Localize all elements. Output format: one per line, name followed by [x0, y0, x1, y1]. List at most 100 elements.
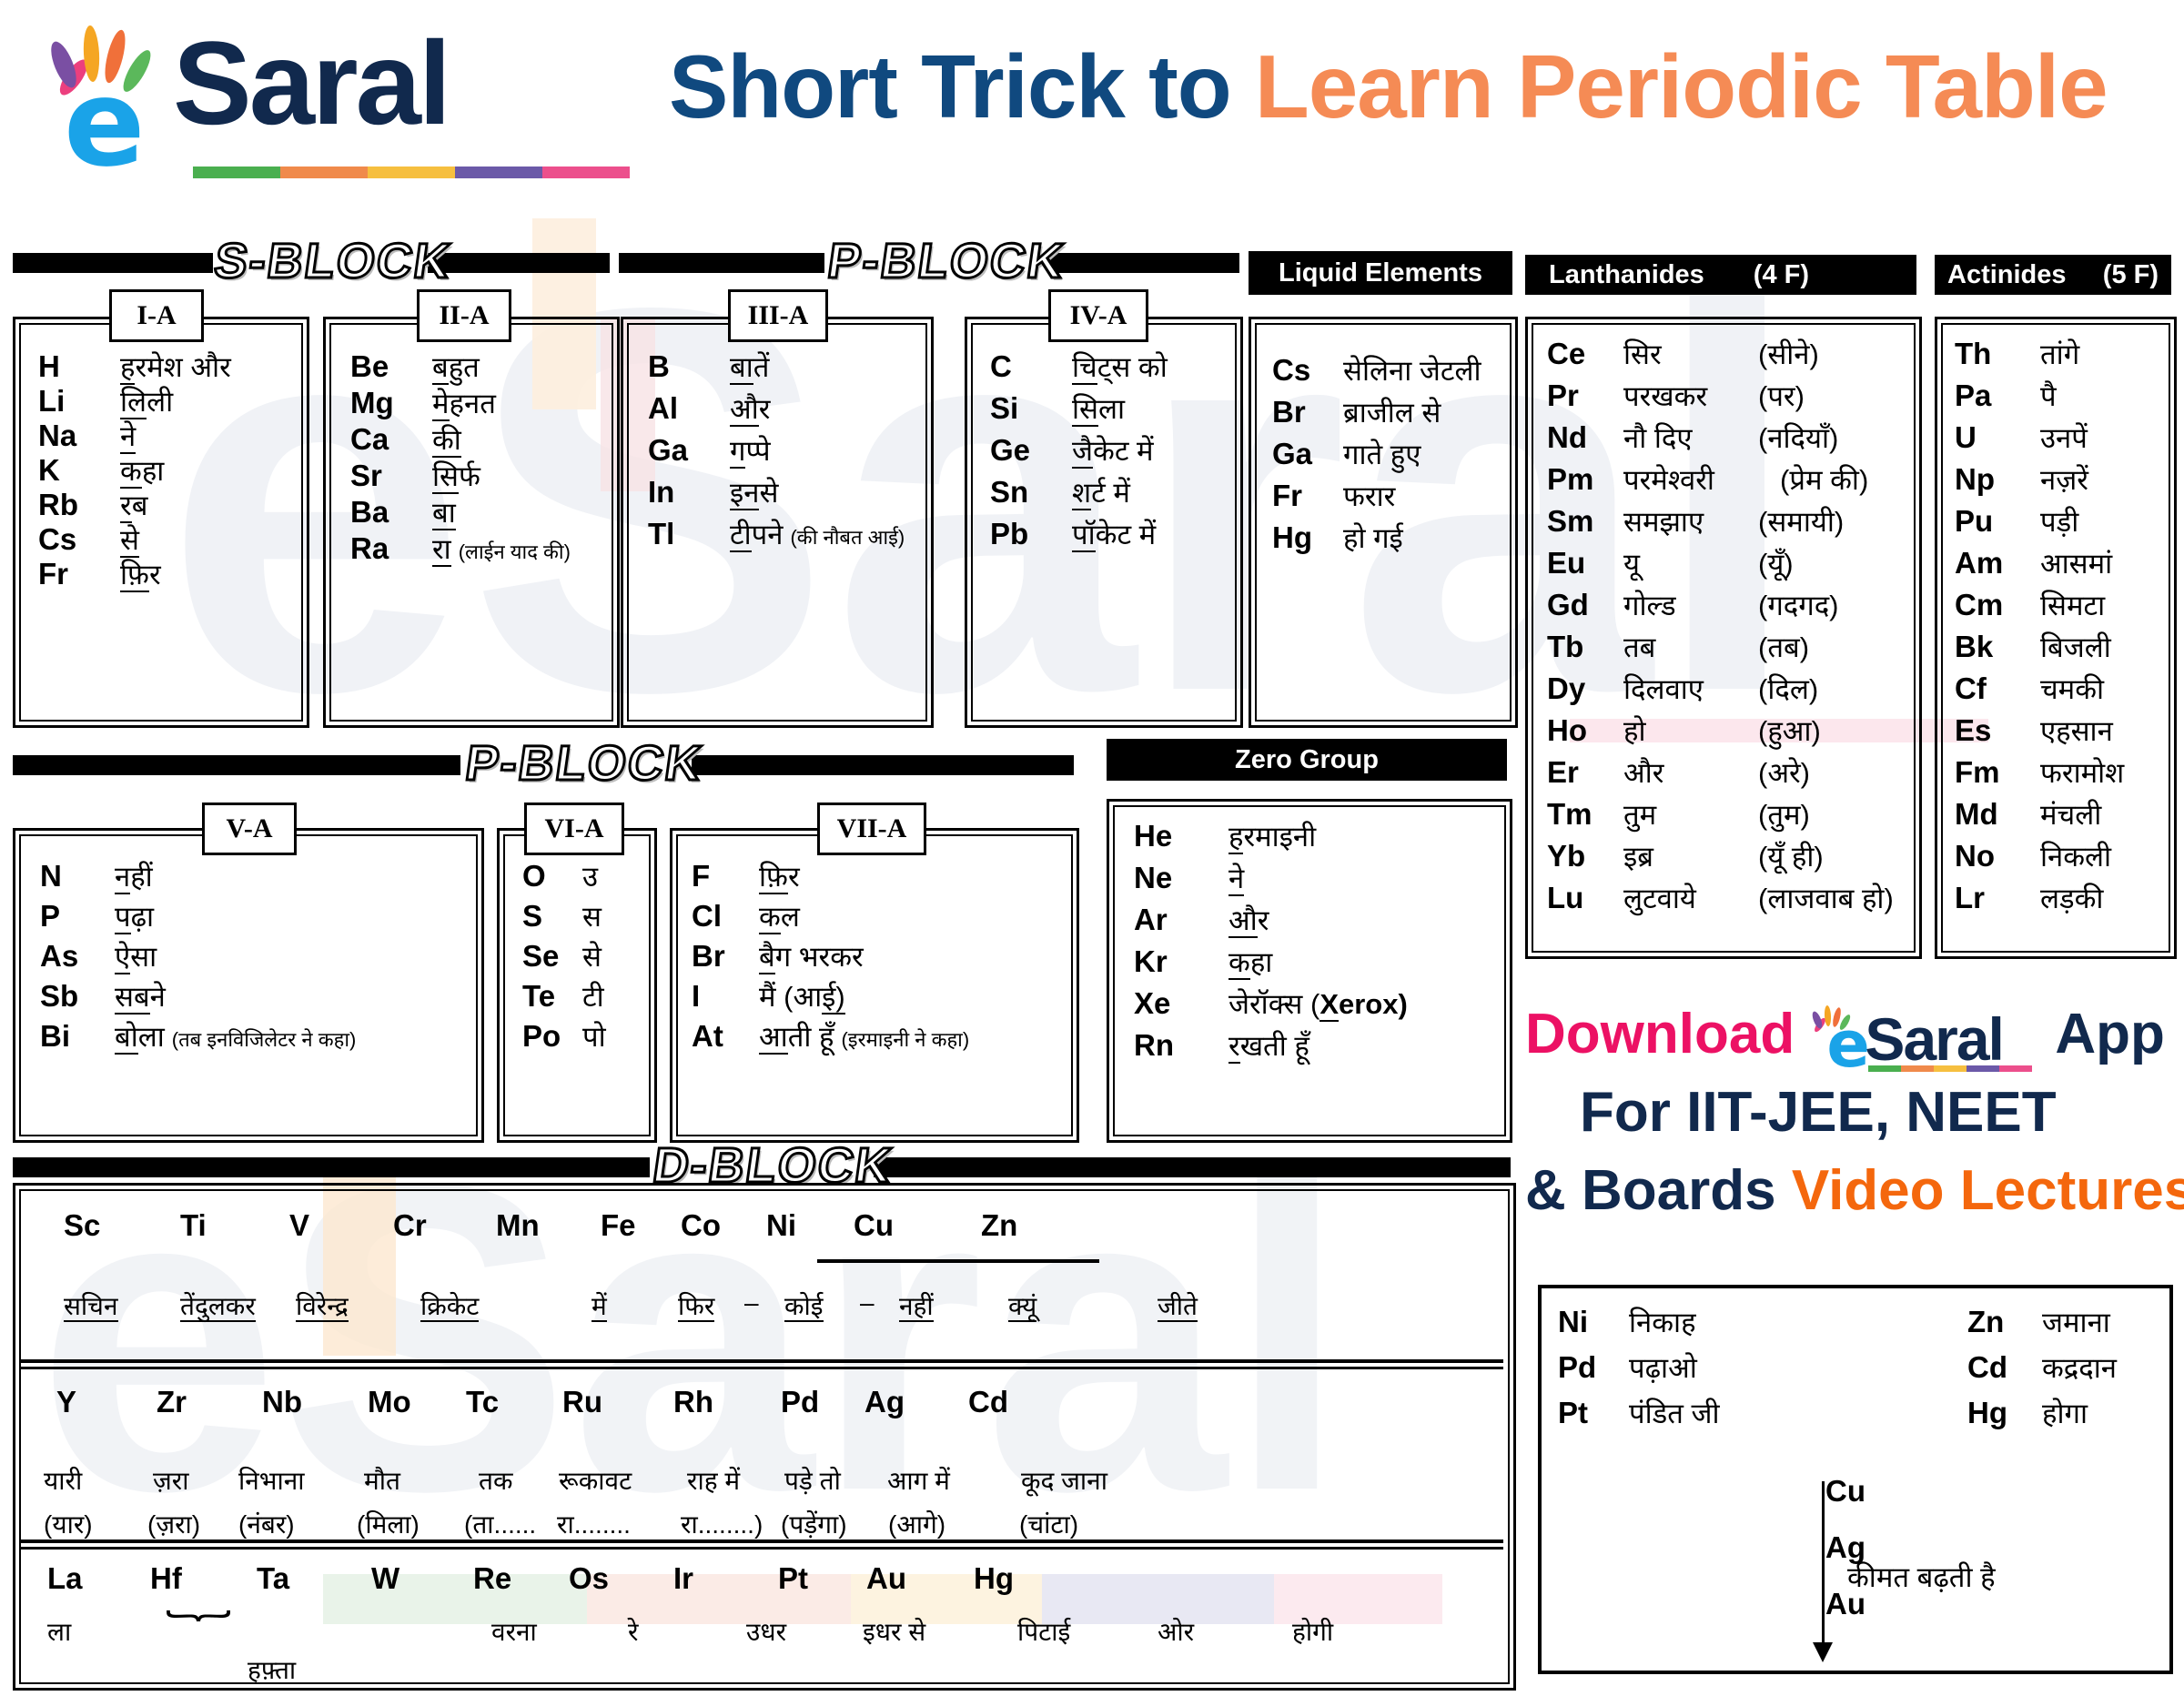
- group-tag-VA: V-A: [202, 803, 297, 855]
- element-symbol: Tc: [466, 1385, 500, 1418]
- element-symbol: Rn: [1134, 1028, 1174, 1062]
- element-symbol: U: [1955, 420, 1977, 454]
- element-row: I मैं (आई): [692, 977, 1096, 1017]
- element-row: Mg मेहनत: [350, 384, 642, 421]
- promo-boards-text: & Boards: [1525, 1159, 1792, 1222]
- element-symbol: Cs: [38, 522, 77, 556]
- element-row: Pm परमेश्वरी (प्रेम की): [1547, 460, 1938, 502]
- element-symbol: Es: [1955, 713, 1992, 747]
- element-hint: रा........: [557, 1510, 631, 1539]
- actinides-rows: Th तांगे Pa पै U उनपें Np नज़रें Pu पड़ी Am आस…: [1955, 335, 2184, 921]
- element-mnemonic: की: [432, 424, 461, 458]
- element-mnemonic: जैकेट में: [1072, 435, 1154, 469]
- element-symbol: Cs: [1272, 353, 1311, 387]
- group-tag-IA: I-A: [109, 289, 204, 342]
- element-mnemonic: मेहनत: [432, 388, 496, 421]
- element-symbol: Cl: [692, 899, 722, 933]
- element-symbol: Ca: [350, 422, 389, 456]
- page-title-part1: Short Trick to: [669, 36, 1255, 136]
- element-mnemonic: पढ़ाओ: [1629, 1352, 1697, 1384]
- element-row: Sn शर्ट में: [990, 473, 1263, 515]
- element-row: Ge जैकेट में: [990, 431, 1263, 473]
- liquid-elements-rows: Cs सेलिना जेटली Br ब्राजील से Ga गाते हुए F…: [1272, 351, 1536, 560]
- d-block-row-3: La Hf Ta W Re Os Ir Pt Au Hg ︸ हफ़्ता ला…: [0, 1558, 1511, 1685]
- element-row: Lr लड़की: [1955, 879, 2184, 921]
- group-tag-IIIA: III-A: [728, 289, 828, 342]
- element-symbol: W: [371, 1561, 400, 1595]
- element-mnemonic: कोई: [784, 1292, 824, 1322]
- group-rows-IA: H हरमेश और Li लिली Na ने K कहा Rb रब Cs से Fr फ…: [38, 348, 311, 592]
- element-symbol: Rh: [673, 1385, 713, 1418]
- element-mnemonic: फ़िर: [759, 861, 800, 894]
- element-mnemonic: इब्र: [1623, 841, 1653, 873]
- element-mnemonic: तांगे: [2040, 338, 2080, 370]
- element-mnemonic: यू: [1623, 548, 1640, 580]
- element-row: Sr सिर्फ: [350, 457, 642, 494]
- element-symbol: Ra: [350, 531, 389, 565]
- element-mnemonic: चिट्स को: [1072, 351, 1168, 385]
- element-row: Li लिली: [38, 382, 311, 419]
- element-row: No निकली: [1955, 837, 2184, 879]
- lanthanides-subtitle: (4 F): [1753, 259, 1809, 289]
- element-symbol: Dy: [1547, 671, 1586, 705]
- zero-group-rows: He हरमाइनी Ne ने Ar और Kr कहा Xe जेरॉक्स (Xer…: [1134, 817, 1534, 1068]
- promo-block: Download e Saral App For IIT-JEE, NEET &…: [1525, 1003, 2184, 1252]
- element-mnemonic: टीपने (की नौबत आई): [730, 519, 905, 552]
- element-mnemonic: ने: [1228, 863, 1245, 896]
- p-block-bar-right: [1048, 253, 1239, 273]
- element-row: Fr फ़िर: [38, 555, 311, 592]
- element-symbol: Pa: [1955, 379, 1992, 412]
- element-symbol: Ce: [1547, 337, 1586, 370]
- element-symbol: Ir: [673, 1561, 694, 1595]
- element-row: Yb इब्र (यूँ ही): [1547, 837, 1938, 879]
- element-symbol: Ni: [1558, 1305, 1588, 1338]
- element-row: He हरमाइनी: [1134, 817, 1534, 859]
- promo-app-text: App: [2041, 1003, 2165, 1065]
- element-note: (तब इनविजिलेटर ने कहा): [171, 1028, 357, 1051]
- page-header: e Saral Short Trick to Learn Periodic Ta…: [0, 0, 2184, 184]
- element-row: Si सिला: [990, 389, 1263, 431]
- element-mnemonic: कद्रदान: [2042, 1352, 2117, 1384]
- element-mnemonic: स: [582, 901, 602, 933]
- element-row: At आती हूँ (इरमाइनी ने कहा): [692, 1017, 1096, 1057]
- element-row: Cf चमकी: [1955, 670, 2184, 712]
- element-mnemonic: नौ दिए: [1623, 422, 1693, 454]
- element-mnemonic: रा (लाईन याद की): [432, 533, 571, 567]
- logo-e-letter: e: [64, 54, 146, 194]
- element-mnemonic: कल: [759, 901, 800, 934]
- element-row: Eu यू (यूँ): [1547, 544, 1938, 586]
- element-mnemonic: निकली: [2040, 841, 2112, 873]
- element-symbol: Sn: [990, 475, 1029, 509]
- element-row: Nd नौ दिए (नदियाँ): [1547, 419, 1938, 460]
- element-mnemonic: उनपें: [2040, 422, 2088, 454]
- element-mnemonic: हो: [1623, 715, 1646, 747]
- element-symbol: I: [692, 979, 701, 1013]
- element-symbol: Cf: [1955, 671, 1987, 705]
- promo-line-1: Download e Saral App: [1525, 1003, 2165, 1076]
- element-symbol: Fr: [1272, 479, 1302, 512]
- d-block-row-2: Y Zr Nb Mo Tc Ru Rh Pd Ag Cd यारी ज़रा न…: [0, 1379, 1511, 1543]
- element-mnemonic: आग में: [887, 1467, 950, 1495]
- element-symbol: Bi: [40, 1019, 70, 1053]
- p-block2-bar-right: [692, 755, 1074, 775]
- element-mnemonic: तुम: [1623, 799, 1657, 831]
- element-mnemonic: नहीं: [899, 1292, 934, 1322]
- element-row: Kr कहा: [1134, 943, 1534, 984]
- element-row: Tb तब (तब): [1547, 628, 1938, 670]
- element-mnemonic: ज़रा: [153, 1467, 189, 1495]
- element-symbol: Pd: [781, 1385, 820, 1418]
- element-mnemonic: से: [582, 941, 602, 973]
- element-symbol: Ge: [990, 433, 1031, 467]
- element-symbol: Cm: [1955, 588, 2004, 621]
- element-row: Er और (अरे): [1547, 753, 1938, 795]
- element-symbol: Na: [38, 419, 77, 452]
- zero-group-header: Zero Group: [1107, 739, 1507, 781]
- element-row: Ni निकाह: [1558, 1303, 1858, 1348]
- actinides-header: Actinides (5 F): [1935, 255, 2171, 295]
- element-row: Ho हो (हुआ): [1547, 712, 1938, 753]
- element-hint: (सीने): [1758, 338, 1819, 370]
- element-mnemonic: जेरॉक्स (Xerox): [1228, 988, 1408, 1022]
- element-symbol: Ar: [1134, 903, 1168, 936]
- element-row: Tm तुम (तुम): [1547, 795, 1938, 837]
- element-mnemonic: फरार: [1343, 480, 1396, 512]
